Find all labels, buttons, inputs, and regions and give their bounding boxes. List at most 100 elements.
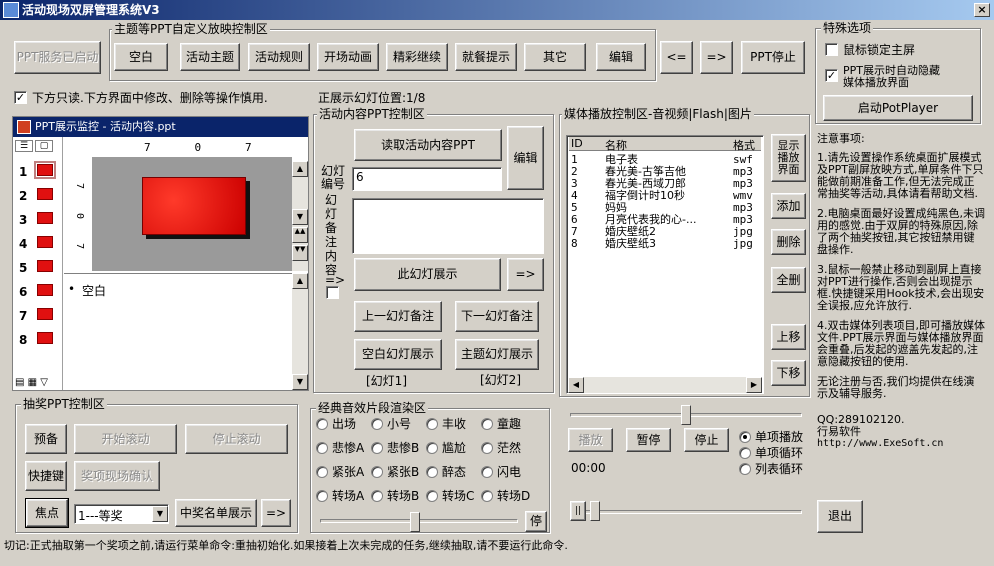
media-clear-button[interactable]: 全删	[771, 267, 806, 293]
media-delete-button[interactable]: 删除	[771, 229, 806, 255]
auto-hide-checkbox[interactable]: ✓	[825, 69, 838, 82]
next-slide-icon[interactable]: ▼▼	[292, 245, 308, 261]
media-scroll-right-icon[interactable]: ▶	[746, 377, 762, 393]
winners-show-button[interactable]: 中奖名单展示	[175, 499, 257, 527]
theme-rules-button[interactable]: 活动规则	[248, 43, 310, 71]
show-this-slide-button[interactable]: 此幻灯展示	[354, 258, 501, 291]
focus-button[interactable]: 焦点	[25, 498, 69, 528]
scroll-up-icon[interactable]: ▲	[292, 161, 308, 177]
slide-thumbnail[interactable]	[34, 161, 56, 179]
sound-option-radio[interactable]	[371, 490, 383, 502]
sound-option-radio[interactable]	[316, 466, 328, 478]
slide-thumbnail[interactable]	[37, 260, 53, 272]
media-add-button[interactable]: 添加	[771, 193, 806, 219]
lock-mouse-checkbox[interactable]	[825, 43, 838, 56]
mode-single-radio[interactable]	[739, 431, 751, 443]
blank-slide-show-button[interactable]: 空白幻灯展示	[354, 339, 442, 370]
sound-option-radio[interactable]	[426, 418, 438, 430]
theme-other-button[interactable]: 其它	[524, 43, 586, 71]
notes-arrow-checkbox[interactable]	[326, 286, 339, 299]
slide-thumbnail-row[interactable]: 3	[13, 209, 61, 231]
next-slide-button[interactable]: =>	[700, 41, 733, 74]
readonly-checkbox[interactable]: ✓	[14, 91, 27, 104]
header-name[interactable]: 名称	[605, 137, 627, 153]
notes-scroll-down-icon[interactable]: ▼	[292, 374, 308, 390]
media-hscrollbar[interactable]: ◀ ▶	[568, 377, 762, 393]
slide-thumbnail-row[interactable]: 4	[13, 233, 61, 255]
media-play-button[interactable]: 播放	[568, 428, 613, 452]
notes-scrollbar[interactable]: ▲ ▼	[292, 273, 308, 390]
header-id[interactable]: ID	[571, 137, 583, 150]
prev-slide-icon[interactable]: ▲▲	[292, 227, 308, 243]
slide-notes-input[interactable]	[352, 198, 544, 254]
slide-thumbnail[interactable]	[37, 188, 53, 200]
potplayer-button[interactable]: 启动PotPlayer	[823, 95, 973, 121]
sound-option-radio[interactable]	[481, 418, 493, 430]
sound-option-radio[interactable]	[481, 490, 493, 502]
sound-option-radio[interactable]	[316, 418, 328, 430]
theme-opening-button[interactable]: 开场动画	[317, 43, 379, 71]
sound-option-radio[interactable]	[481, 466, 493, 478]
slide-thumbnail[interactable]	[37, 212, 53, 224]
media-down-button[interactable]: 下移	[771, 360, 806, 386]
slide-thumbnail-row[interactable]: 7	[13, 305, 61, 327]
theme-slide-show-button[interactable]: 主题幻灯展示	[455, 339, 539, 370]
notes-scroll-up-icon[interactable]: ▲	[292, 273, 308, 289]
prize-confirm-button[interactable]: 奖项现场确认	[74, 461, 160, 491]
next-note-button[interactable]: 下一幻灯备注	[455, 301, 539, 332]
sound-option-radio[interactable]	[371, 442, 383, 454]
slide-thumbnail-row[interactable]: 6	[13, 281, 61, 303]
sound-option-radio[interactable]	[426, 442, 438, 454]
slide-thumbnail[interactable]	[37, 332, 53, 344]
mode-single-loop-radio[interactable]	[739, 447, 751, 459]
media-up-button[interactable]: 上移	[771, 324, 806, 350]
ppt-service-button[interactable]: PPT服务已启动	[14, 41, 101, 74]
lottery-stop-button[interactable]: 停止滚动	[185, 424, 288, 454]
prev-slide-button[interactable]: <=	[660, 41, 693, 74]
media-pause-button[interactable]: 暂停	[626, 428, 671, 452]
slide-thumbnail[interactable]	[37, 308, 53, 320]
media-progress-thumb[interactable]	[681, 405, 691, 425]
theme-dining-button[interactable]: 就餐提示	[455, 43, 517, 71]
show-slide-arrow-button[interactable]: =>	[507, 258, 544, 291]
theme-continue-button[interactable]: 精彩继续	[386, 43, 448, 71]
media-stop-button[interactable]: 停止	[684, 428, 729, 452]
exit-button[interactable]: 退出	[817, 500, 863, 533]
sound-option-radio[interactable]	[316, 442, 328, 454]
slide-thumbnail-row[interactable]: 1	[13, 161, 61, 183]
slide-number-input[interactable]: 6	[352, 167, 502, 191]
outline-tab-icon[interactable]: ☰	[15, 140, 33, 152]
mode-list-loop-radio[interactable]	[739, 463, 751, 475]
sound-option-radio[interactable]	[426, 490, 438, 502]
show-player-button[interactable]: 显示播放界面	[771, 134, 806, 182]
slides-tab-icon[interactable]: ▢	[35, 140, 53, 152]
volume-pause-icon[interactable]: ||	[570, 501, 586, 521]
slide-thumbnail-row[interactable]: 8	[13, 329, 61, 351]
slide-thumbnail[interactable]	[37, 236, 53, 248]
slide-thumbnail[interactable]	[37, 284, 53, 296]
slide-thumbnail-row[interactable]: 2	[13, 185, 61, 207]
media-scroll-left-icon[interactable]: ◀	[568, 377, 584, 393]
sound-option-radio[interactable]	[371, 418, 383, 430]
read-content-ppt-button[interactable]: 读取活动内容PPT	[354, 129, 502, 161]
lottery-prepare-button[interactable]: 预备	[25, 424, 67, 454]
winners-arrow-button[interactable]: =>	[261, 499, 291, 527]
ppt-stop-button[interactable]: PPT停止	[741, 41, 805, 74]
sound-option-radio[interactable]	[426, 466, 438, 478]
prize-select[interactable]: 1---等奖 ▼	[74, 504, 169, 524]
sound-stop-button[interactable]: 停	[525, 511, 547, 532]
shortcut-button[interactable]: 快捷键	[25, 461, 67, 491]
theme-blank-button[interactable]: 空白	[114, 43, 168, 71]
sound-volume-thumb[interactable]	[410, 512, 420, 532]
notes-url[interactable]: http://www.ExeSoft.cn	[817, 438, 985, 450]
header-format[interactable]: 格式	[733, 137, 755, 153]
slide-thumbnail-row[interactable]: 5	[13, 257, 61, 279]
lottery-start-button[interactable]: 开始滚动	[74, 424, 177, 454]
chevron-down-icon[interactable]: ▼	[152, 506, 168, 522]
theme-activity-button[interactable]: 活动主题	[180, 43, 240, 71]
volume-thumb[interactable]	[590, 501, 600, 521]
volume-track[interactable]	[570, 510, 802, 514]
canvas-scrollbar[interactable]: ▲ ▼ ▲▲ ▼▼	[292, 161, 308, 271]
content-edit-button[interactable]: 编辑	[507, 126, 544, 190]
sound-option-radio[interactable]	[481, 442, 493, 454]
